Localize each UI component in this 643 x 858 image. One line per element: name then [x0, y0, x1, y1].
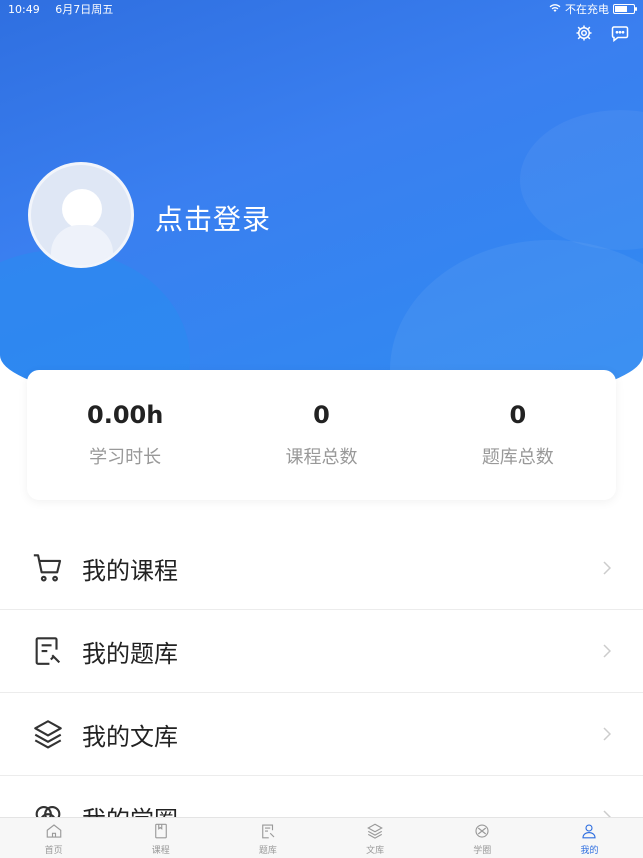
layers-icon — [30, 716, 66, 752]
menu-list: 我的课程 我的题库 我的文库 我的 学圈 — [0, 527, 643, 858]
messages-button[interactable] — [609, 24, 631, 46]
menu-item-label: 我的课程 — [82, 556, 178, 585]
layers-icon — [365, 821, 385, 841]
tab-me[interactable]: 我的 — [536, 818, 643, 858]
profile-page: 10:49 6月7日周五 不在充电 点击登录 0.00h 学习时长 0 课程总数… — [0, 0, 643, 858]
question-bank-icon — [30, 633, 66, 669]
gear-icon — [575, 24, 593, 46]
menu-item-label: 我的题库 — [82, 639, 178, 668]
avatar-head — [62, 189, 102, 229]
stats-card: 0.00h 学习时长 0 课程总数 0 题库总数 — [27, 370, 616, 500]
menu-item-my-courses[interactable]: 我的课程 — [0, 527, 643, 610]
avatar-body — [51, 225, 113, 265]
stat-course-count[interactable]: 0 课程总数 — [223, 370, 419, 500]
tab-label: 学圈 — [473, 845, 492, 856]
tab-label: 题库 — [258, 845, 277, 856]
circle-icon — [472, 821, 492, 841]
tab-courses[interactable]: 课程 — [107, 818, 214, 858]
menu-item-my-question-bank[interactable]: 我的题库 — [0, 610, 643, 693]
menu-item-my-library[interactable]: 我的文库 — [0, 693, 643, 776]
tab-library[interactable]: 文库 — [322, 818, 429, 858]
chat-bubble-icon — [611, 24, 629, 46]
avatar[interactable] — [28, 162, 134, 268]
tab-label: 文库 — [366, 845, 385, 856]
stat-value: 0 — [509, 401, 527, 429]
status-bar: 10:49 6月7日周五 不在充电 — [0, 0, 643, 18]
tab-label: 我的 — [580, 845, 599, 856]
status-date: 6月7日周五 — [55, 3, 114, 16]
chevron-right-icon — [603, 726, 613, 742]
tab-question-bank[interactable]: 题库 — [214, 818, 321, 858]
charging-status: 不在充电 — [565, 3, 609, 16]
wifi-icon — [549, 3, 561, 16]
menu-item-label: 我的文库 — [82, 722, 178, 751]
chevron-right-icon — [603, 560, 613, 576]
book-icon — [151, 821, 171, 841]
stat-value: 0 — [313, 401, 330, 429]
login-link[interactable]: 点击登录 — [155, 198, 271, 238]
settings-button[interactable] — [573, 24, 595, 46]
decor-blob — [520, 110, 643, 250]
tab-bar: 首页 课程 题库 文库 学圈 我的 — [0, 817, 643, 858]
stat-label: 学习时长 — [89, 447, 162, 468]
tab-home[interactable]: 首页 — [0, 818, 107, 858]
tab-circle[interactable]: 学圈 — [429, 818, 536, 858]
battery-icon — [613, 4, 637, 14]
question-bank-icon — [258, 821, 278, 841]
status-time: 10:49 — [8, 3, 40, 16]
tab-label: 首页 — [44, 845, 63, 856]
home-icon — [44, 821, 64, 841]
stat-label: 课程总数 — [285, 447, 358, 468]
stat-bank-count[interactable]: 0 题库总数 — [420, 370, 616, 500]
tab-label: 课程 — [151, 845, 170, 856]
header-actions — [573, 24, 631, 46]
cart-icon — [30, 550, 66, 586]
chevron-right-icon — [603, 643, 613, 659]
stat-label: 题库总数 — [481, 447, 554, 468]
user-icon — [579, 821, 599, 841]
stat-study-time[interactable]: 0.00h 学习时长 — [27, 370, 223, 500]
stat-value: 0.00h — [87, 401, 164, 429]
